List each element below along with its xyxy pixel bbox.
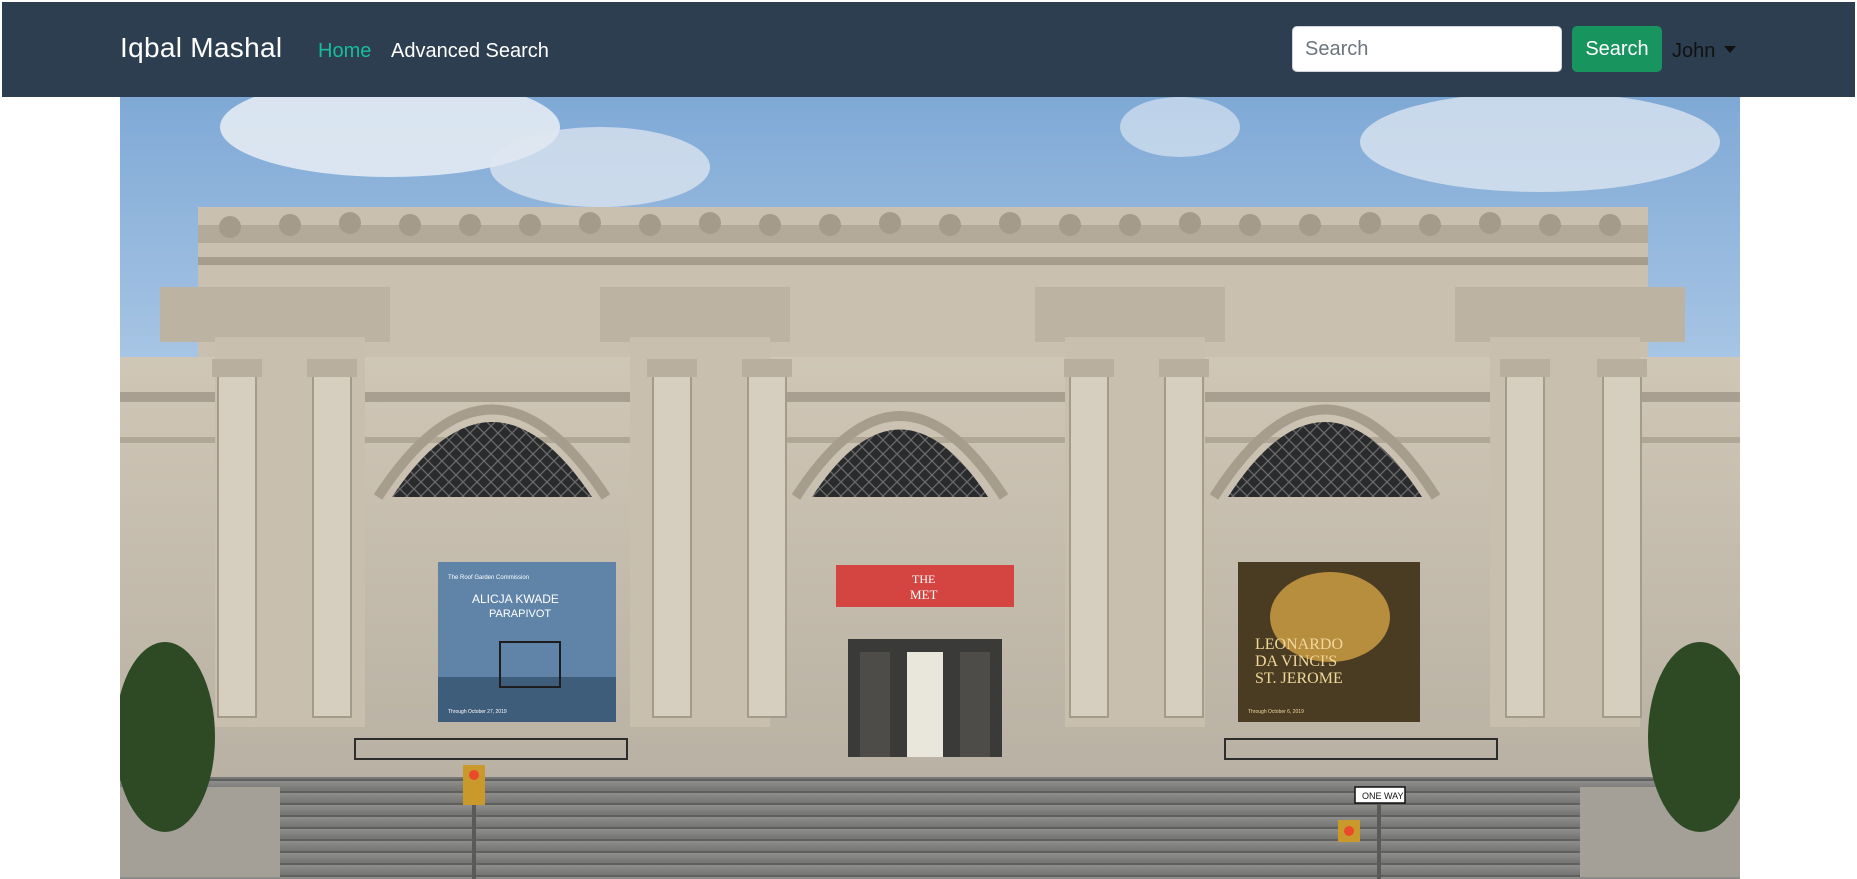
entrance-doors — [848, 639, 1002, 757]
banner-right-line1: LEONARDO — [1255, 636, 1343, 653]
stairs — [120, 777, 1740, 879]
caret-down-icon — [1723, 46, 1736, 54]
street-sign-text: ONE WAY — [1362, 791, 1404, 801]
user-dropdown[interactable]: John — [1672, 40, 1736, 63]
navbar: Iqbal Mashal Home Advanced Search Search… — [2, 2, 1855, 97]
banner-left-title: PARAPIVOT — [489, 608, 551, 620]
banner-center: THE MET — [836, 565, 1014, 607]
banner-left-artist: ALICJA KWADE — [472, 592, 559, 606]
banner-left: The Roof Garden Commission ALICJA KWADE … — [438, 562, 616, 722]
banner-right-dates: Through October 6, 2019 — [1248, 709, 1304, 715]
banner-center-logo-bottom: MET — [910, 587, 938, 602]
nav-advanced-search-link[interactable]: Advanced Search — [391, 40, 549, 63]
hero-image: The Roof Garden Commission ALICJA KWADE … — [120, 97, 1740, 879]
banner-right-line3: ST. JEROME — [1255, 670, 1343, 687]
user-name: John — [1672, 40, 1716, 62]
banner-left-dates: Through October 27, 2019 — [448, 709, 507, 715]
banner-right: LEONARDO DA VINCI'S ST. JEROME Through O… — [1238, 562, 1420, 722]
page: Iqbal Mashal Home Advanced Search Search… — [2, 2, 1855, 879]
banner-left-kicker: The Roof Garden Commission — [448, 575, 529, 581]
search-input[interactable] — [1292, 26, 1562, 72]
one-way-sign: ONE WAY — [1354, 786, 1406, 804]
nav-home-link[interactable]: Home — [318, 40, 371, 63]
brand-link[interactable]: Iqbal Mashal — [120, 32, 282, 64]
banner-center-logo-top: THE — [912, 572, 935, 586]
search-button[interactable]: Search — [1572, 26, 1662, 72]
banner-right-line2: DA VINCI'S — [1255, 653, 1337, 670]
